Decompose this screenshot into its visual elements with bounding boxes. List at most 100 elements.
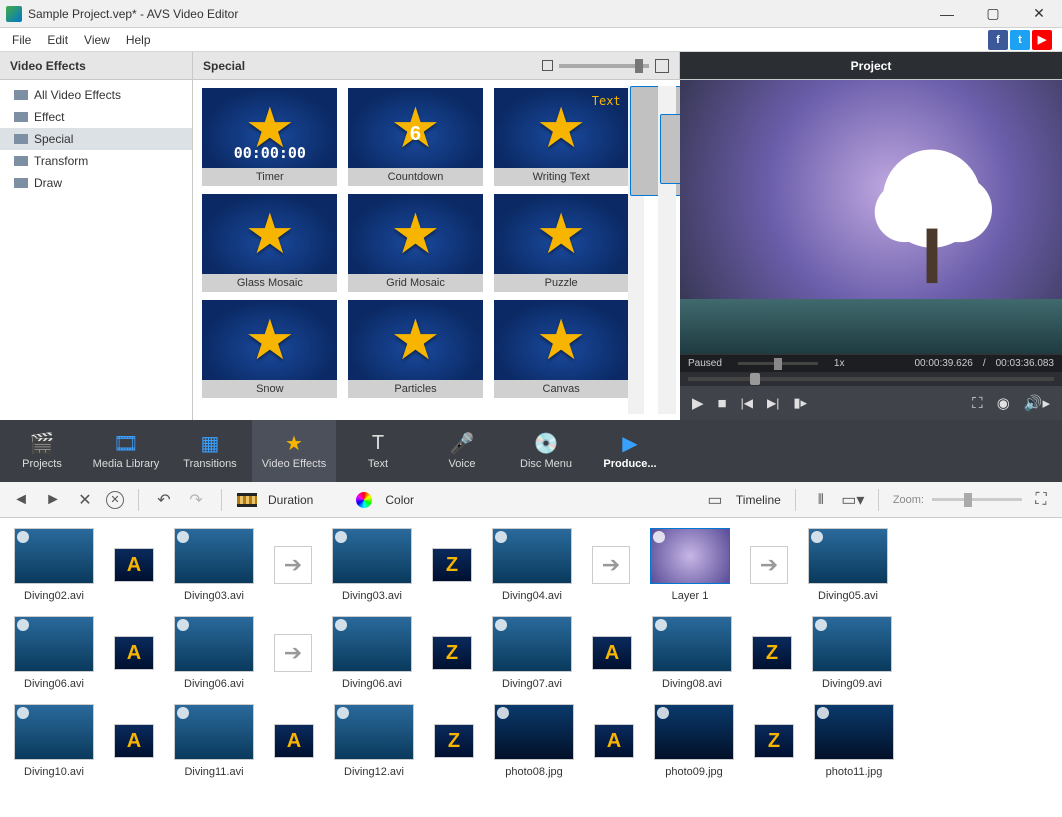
effect-grid-mosaic[interactable]: ★Grid Mosaic	[347, 194, 485, 292]
transition-slot[interactable]: Z	[432, 528, 472, 602]
split-button[interactable]: ▮▸	[793, 395, 807, 411]
nav-forward-button[interactable]: ►	[42, 489, 64, 511]
fit-button[interactable]: ▭▾	[842, 489, 864, 511]
grid-large-icon[interactable]	[655, 59, 669, 73]
effect-canvas[interactable]: ★Canvas	[492, 300, 630, 398]
effect-puzzle[interactable]: ★Puzzle	[492, 194, 630, 292]
clip-Diving03-avi[interactable]: Diving03.avi	[332, 528, 412, 602]
tab-voice[interactable]: 🎤Voice	[420, 420, 504, 482]
clip-Diving08-avi[interactable]: Diving08.avi	[652, 616, 732, 690]
transition-slot[interactable]: Z	[752, 616, 792, 690]
preview-viewport[interactable]	[680, 80, 1062, 354]
outer-scrollbar[interactable]	[658, 86, 676, 414]
color-icon[interactable]	[353, 489, 375, 511]
menu-view[interactable]: View	[76, 31, 118, 49]
audio-mixer-button[interactable]: ⦀	[810, 489, 832, 511]
delete-button[interactable]: ✕	[74, 489, 96, 511]
transition-slot[interactable]: A	[274, 704, 314, 778]
transition-slot[interactable]: Z	[434, 704, 474, 778]
clip-Diving04-avi[interactable]: Diving04.avi	[492, 528, 572, 602]
undo-button[interactable]: ↶	[153, 489, 175, 511]
play-button[interactable]: ▶	[692, 394, 704, 412]
sidebar-item-effect[interactable]: Effect	[0, 106, 192, 128]
clip-Diving09-avi[interactable]: Diving09.avi	[812, 616, 892, 690]
sidebar-item-draw[interactable]: Draw	[0, 172, 192, 194]
twitter-icon[interactable]: t	[1010, 30, 1030, 50]
clip-Diving12-avi[interactable]: Diving12.avi	[334, 704, 414, 778]
transition-slot[interactable]: Z	[432, 616, 472, 690]
tab-transitions[interactable]: ▦Transitions	[168, 420, 252, 482]
menu-file[interactable]: File	[4, 31, 39, 49]
zoom-slider[interactable]	[932, 498, 1022, 501]
snapshot-button[interactable]: ◉	[997, 394, 1010, 412]
facebook-icon[interactable]: f	[988, 30, 1008, 50]
volume-button[interactable]: 🔊▸	[1024, 394, 1050, 412]
transition-slot[interactable]: A	[114, 704, 154, 778]
clip-Diving05-avi[interactable]: Diving05.avi	[808, 528, 888, 602]
stop-button[interactable]: ■	[718, 395, 727, 412]
grid-small-icon[interactable]	[542, 60, 553, 71]
duration-label[interactable]: Duration	[268, 493, 313, 507]
speed-slider[interactable]	[738, 362, 818, 365]
clear-button[interactable]: ✕	[106, 491, 124, 509]
thumbnail-size-control[interactable]	[542, 59, 669, 73]
menu-edit[interactable]: Edit	[39, 31, 76, 49]
tab-produce-[interactable]: ▶Produce...	[588, 420, 672, 482]
transition-slot[interactable]: ➔	[274, 616, 312, 690]
transition-slot[interactable]: A	[114, 528, 154, 602]
transition-slot[interactable]: ➔	[274, 528, 312, 602]
redo-button[interactable]: ↷	[185, 489, 207, 511]
clip-Diving02-avi[interactable]: Diving02.avi	[14, 528, 94, 602]
effect-countdown[interactable]: ★6Countdown	[347, 88, 485, 186]
prev-frame-button[interactable]: |◀	[741, 396, 753, 410]
transition-slot[interactable]: ➔	[750, 528, 788, 602]
arrow-icon: ➔	[274, 546, 312, 584]
minimize-button[interactable]: —	[924, 0, 970, 28]
storyboard[interactable]: Diving02.aviADiving03.avi➔Diving03.aviZD…	[0, 518, 1062, 817]
maximize-button[interactable]: ▢	[970, 0, 1016, 28]
sidebar-item-transform[interactable]: Transform	[0, 150, 192, 172]
sidebar-item-special[interactable]: Special	[0, 128, 192, 150]
next-frame-button[interactable]: ▶|	[767, 396, 779, 410]
grid-scrollbar[interactable]	[628, 86, 644, 414]
effect-particles[interactable]: ★Particles	[347, 300, 485, 398]
tab-video-effects[interactable]: ★Video Effects	[252, 420, 336, 482]
menu-help[interactable]: Help	[118, 31, 159, 49]
clip-Layer 1[interactable]: Layer 1	[650, 528, 730, 602]
tab-text[interactable]: TText	[336, 420, 420, 482]
tab-media-library[interactable]: 🎞Media Library	[84, 420, 168, 482]
clip-photo08-jpg[interactable]: photo08.jpg	[494, 704, 574, 778]
transition-slot[interactable]: A	[592, 616, 632, 690]
close-button[interactable]: ✕	[1016, 0, 1062, 28]
clip-Diving06-avi[interactable]: Diving06.avi	[14, 616, 94, 690]
clip-photo11-jpg[interactable]: photo11.jpg	[814, 704, 894, 778]
color-label[interactable]: Color	[385, 493, 414, 507]
transition-slot[interactable]: A	[594, 704, 634, 778]
clip-Diving07-avi[interactable]: Diving07.avi	[492, 616, 572, 690]
timeline-label[interactable]: Timeline	[736, 493, 781, 507]
clip-photo09-jpg[interactable]: photo09.jpg	[654, 704, 734, 778]
thumb-size-slider[interactable]	[559, 64, 649, 68]
effect-timer[interactable]: ★00:00:00Timer	[201, 88, 339, 186]
tab-disc-menu[interactable]: 💿Disc Menu	[504, 420, 588, 482]
clip-Diving10-avi[interactable]: Diving10.avi	[14, 704, 94, 778]
sidebar-item-all-video-effects[interactable]: All Video Effects	[0, 84, 192, 106]
fullscreen-button[interactable]: ⛶	[972, 395, 983, 412]
tab-projects[interactable]: 🎬Projects	[0, 420, 84, 482]
transition-slot[interactable]: ➔	[592, 528, 630, 602]
clip-Diving06-avi[interactable]: Diving06.avi	[332, 616, 412, 690]
clip-Diving06-avi[interactable]: Diving06.avi	[174, 616, 254, 690]
clip-Diving03-avi[interactable]: Diving03.avi	[174, 528, 254, 602]
effect-glass-mosaic[interactable]: ★Glass Mosaic	[201, 194, 339, 292]
clip-Diving11-avi[interactable]: Diving11.avi	[174, 704, 254, 778]
transition-slot[interactable]: Z	[754, 704, 794, 778]
effect-snow[interactable]: ★Snow	[201, 300, 339, 398]
zoom-fit-button[interactable]: ⛶	[1030, 489, 1052, 511]
timeline-view-icon[interactable]: ▭	[704, 489, 726, 511]
youtube-icon[interactable]: ▶	[1032, 30, 1052, 50]
duration-icon[interactable]	[236, 489, 258, 511]
nav-back-button[interactable]: ◄	[10, 489, 32, 511]
effect-writing-text[interactable]: ★TextWriting Text	[492, 88, 630, 186]
progress-bar[interactable]	[680, 372, 1062, 386]
transition-slot[interactable]: A	[114, 616, 154, 690]
